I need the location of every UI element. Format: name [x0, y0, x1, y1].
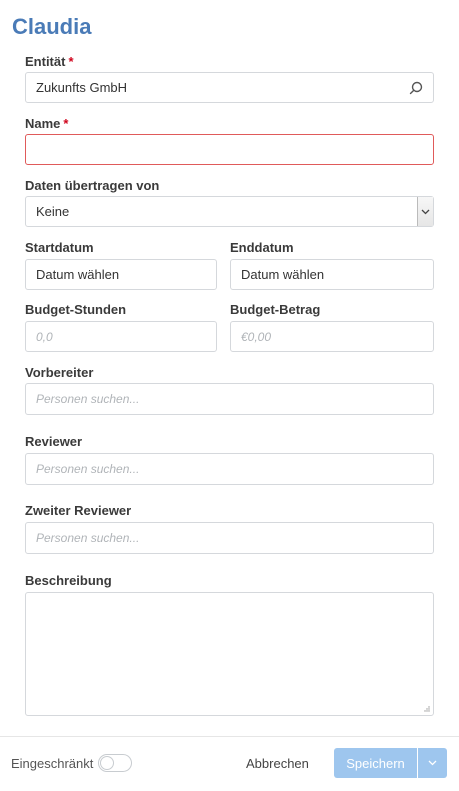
toggle-knob	[100, 756, 114, 770]
save-button[interactable]: Speichern	[334, 748, 417, 778]
required-marker: *	[63, 116, 69, 131]
description-textarea[interactable]	[25, 592, 434, 716]
entity-field[interactable]: Zukunfts GmbH	[25, 72, 434, 103]
budget-hours-label: Budget-Stunden	[25, 302, 127, 317]
end-date-field[interactable]: Datum wählen	[230, 259, 434, 290]
reviewer-label: Reviewer	[25, 434, 83, 449]
budget-amount-label: Budget-Betrag	[230, 302, 321, 317]
cancel-button[interactable]: Abbrechen	[246, 756, 309, 771]
end-date-value: Datum wählen	[241, 267, 325, 282]
search-icon[interactable]	[409, 81, 423, 95]
second-reviewer-label: Zweiter Reviewer	[25, 503, 132, 518]
name-label-text: Name	[25, 116, 61, 131]
footer-divider	[0, 736, 459, 737]
name-label: Name *	[25, 116, 68, 131]
budget-amount-placeholder: €0,00	[241, 329, 272, 344]
start-date-label: Startdatum	[25, 240, 94, 255]
end-date-label: Enddatum	[230, 240, 294, 255]
restricted-toggle[interactable]	[98, 754, 132, 772]
reviewer-placeholder: Personen suchen...	[36, 462, 140, 476]
second-reviewer-search-input[interactable]: Personen suchen...	[25, 522, 434, 554]
start-date-field[interactable]: Datum wählen	[25, 259, 217, 290]
preparer-label: Vorbereiter	[25, 365, 94, 380]
entity-label: Entität *	[25, 54, 74, 69]
second-reviewer-placeholder: Personen suchen...	[36, 531, 140, 545]
budget-hours-input[interactable]: 0,0	[25, 321, 217, 352]
copy-data-from-select[interactable]: Keine	[25, 196, 434, 227]
save-options-button[interactable]	[418, 748, 447, 778]
reviewer-search-input[interactable]: Personen suchen...	[25, 453, 434, 485]
start-date-value: Datum wählen	[36, 267, 120, 282]
preparer-search-input[interactable]: Personen suchen...	[25, 383, 434, 415]
copy-data-from-label: Daten übertragen von	[25, 178, 160, 193]
name-field[interactable]	[25, 134, 434, 165]
chevron-down-icon	[428, 760, 437, 766]
preparer-placeholder: Personen suchen...	[36, 392, 140, 406]
entity-label-text: Entität	[25, 54, 66, 69]
description-label: Beschreibung	[25, 573, 112, 588]
budget-amount-input[interactable]: €0,00	[230, 321, 434, 352]
entity-value: Zukunfts GmbH	[36, 80, 128, 95]
resize-grip-icon[interactable]	[424, 706, 430, 712]
budget-hours-placeholder: 0,0	[36, 329, 53, 344]
restricted-label: Eingeschränkt	[11, 756, 94, 771]
required-marker: *	[68, 54, 74, 69]
copy-data-from-value: Keine	[36, 204, 70, 219]
dialog-title: Claudia	[12, 14, 92, 39]
chevron-down-icon[interactable]	[417, 197, 433, 226]
